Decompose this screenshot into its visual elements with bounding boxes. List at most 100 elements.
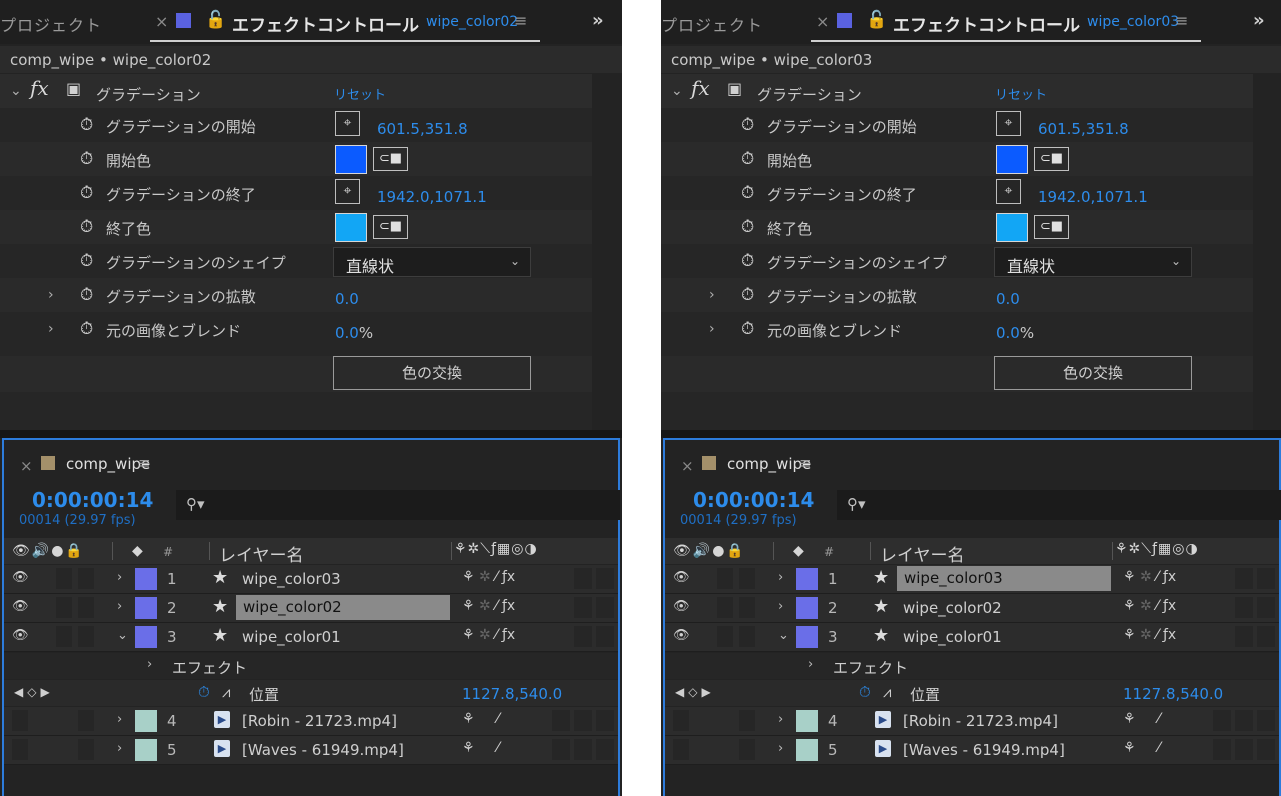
param-value[interactable]: 1942.0,1071.1 bbox=[377, 188, 487, 206]
table-row[interactable]: 👁 › 1 ★ wipe_color03 ⚘ ✲ ⁄ ƒx bbox=[665, 565, 1279, 594]
switch-cell[interactable] bbox=[596, 710, 614, 731]
timecode[interactable]: 0:00:00:14 bbox=[32, 488, 153, 512]
eyedropper-icon[interactable]: ⊂■ bbox=[1034, 147, 1069, 171]
switch-cell[interactable] bbox=[596, 626, 614, 647]
label-color-swatch[interactable] bbox=[796, 710, 818, 732]
chevron-right-icon[interactable]: › bbox=[117, 599, 122, 614]
layer-name[interactable]: [Waves - 61949.mp4] bbox=[903, 741, 1065, 759]
eyedropper-icon[interactable]: ⊂■ bbox=[1034, 215, 1069, 239]
search-input[interactable]: ⚲▾ bbox=[176, 490, 620, 520]
fx-toggle[interactable]: fx bbox=[691, 76, 710, 100]
video-cell[interactable] bbox=[673, 739, 689, 760]
position-row[interactable]: ◀◇▶ ⏱ ⩘ 位置 1127.8,540.0 bbox=[4, 680, 618, 706]
param-value[interactable]: 601.5,351.8 bbox=[1038, 120, 1129, 138]
chevron-right-icon[interactable]: › bbox=[778, 599, 783, 614]
solo-cell[interactable] bbox=[739, 626, 755, 647]
stopwatch-icon[interactable]: ⏱ bbox=[80, 217, 93, 237]
eyedropper-icon[interactable]: ⊂■ bbox=[373, 147, 408, 171]
table-row[interactable]: › 4 ▶ [Robin - 21723.mp4] ⚘ ⁄ bbox=[4, 707, 618, 736]
tab-project[interactable]: プロジェクト bbox=[661, 12, 763, 36]
video-cell[interactable] bbox=[12, 739, 28, 760]
label-color-swatch[interactable] bbox=[796, 597, 818, 619]
stopwatch-icon[interactable]: ⏱ bbox=[80, 183, 93, 203]
swap-colors-button[interactable]: 色の交換 bbox=[994, 356, 1192, 390]
solo-cell[interactable] bbox=[78, 568, 94, 589]
stopwatch-icon[interactable]: ⏱ bbox=[80, 319, 93, 339]
layer-name[interactable]: [Robin - 21723.mp4] bbox=[903, 712, 1058, 730]
solo-cell[interactable] bbox=[78, 710, 94, 731]
audio-cell[interactable] bbox=[717, 597, 733, 618]
param-value[interactable]: 1942.0,1071.1 bbox=[1038, 188, 1148, 206]
switch-cell[interactable] bbox=[1235, 568, 1253, 589]
video-cell[interactable] bbox=[673, 710, 689, 731]
effect-group-row[interactable]: › エフェクト bbox=[4, 653, 618, 679]
switch-cell[interactable] bbox=[552, 710, 570, 731]
table-row[interactable]: › 5 ▶ [Waves - 61949.mp4] ⚘ ⁄ bbox=[4, 736, 618, 765]
chevron-right-icon[interactable]: › bbox=[48, 321, 54, 337]
layer-switches[interactable]: ⚘ ⁄ bbox=[1123, 740, 1160, 756]
close-icon[interactable]: × bbox=[155, 12, 168, 31]
position-row[interactable]: ◀◇▶ ⏱ ⩘ 位置 1127.8,540.0 bbox=[665, 680, 1279, 706]
audio-cell[interactable] bbox=[56, 597, 72, 618]
stopwatch-icon[interactable]: ⏱ bbox=[741, 115, 754, 135]
chevron-right-icon[interactable]: › bbox=[778, 570, 783, 585]
switch-cell[interactable] bbox=[1257, 568, 1275, 589]
tab-layer-name[interactable]: wipe_color03 bbox=[1087, 14, 1179, 30]
label-color-swatch[interactable] bbox=[135, 626, 157, 648]
label-color-swatch[interactable] bbox=[135, 710, 157, 732]
fx-toggle[interactable]: fx bbox=[30, 76, 49, 100]
panel-menu-icon[interactable]: ≡ bbox=[1175, 11, 1188, 30]
panel-menu-icon[interactable]: ≡ bbox=[138, 454, 151, 472]
switch-cell[interactable] bbox=[1235, 626, 1253, 647]
eyedropper-icon[interactable]: ⊂■ bbox=[373, 215, 408, 239]
lock-icon[interactable]: 🔓 bbox=[866, 10, 887, 30]
solo-cell[interactable] bbox=[739, 597, 755, 618]
reset-link[interactable]: リセット bbox=[334, 84, 386, 103]
end-color-swatch[interactable] bbox=[335, 213, 367, 242]
more-panels-icon[interactable]: » bbox=[592, 10, 604, 31]
chevron-right-icon[interactable]: › bbox=[778, 741, 783, 756]
eye-icon[interactable]: 👁 bbox=[12, 599, 29, 614]
table-row[interactable]: 👁 ⌄ 3 ★ wipe_color01 ⚘ ✲ ⁄ ƒx bbox=[4, 623, 618, 652]
layer-switches[interactable]: ⚘ ✲ ⁄ ƒx bbox=[1123, 569, 1176, 585]
chevron-right-icon[interactable]: › bbox=[808, 657, 813, 672]
layer-switches[interactable]: ⚘ ✲ ⁄ ƒx bbox=[462, 569, 515, 585]
switch-cell[interactable] bbox=[1257, 710, 1275, 731]
graph-icon[interactable]: ⩘ bbox=[883, 683, 891, 701]
switch-cell[interactable] bbox=[1235, 597, 1253, 618]
crosshair-icon[interactable]: ⌖ bbox=[335, 111, 360, 136]
switch-cell[interactable] bbox=[1257, 597, 1275, 618]
tab-effect-controls[interactable]: エフェクトコントロール bbox=[893, 11, 1080, 36]
chevron-right-icon[interactable]: › bbox=[48, 287, 54, 303]
more-panels-icon[interactable]: » bbox=[1253, 10, 1265, 31]
start-color-swatch[interactable] bbox=[996, 145, 1028, 174]
table-row[interactable]: 👁 ⌄ 3 ★ wipe_color01 ⚘ ✲ ⁄ ƒx bbox=[665, 623, 1279, 652]
layer-name[interactable]: wipe_color02 bbox=[236, 595, 450, 620]
position-value[interactable]: 1127.8,540.0 bbox=[1123, 685, 1223, 703]
layer-switches[interactable]: ⚘ ⁄ bbox=[462, 740, 499, 756]
table-row[interactable]: 👁 › 1 ★ wipe_color03 ⚘ ✲ ⁄ ƒx bbox=[4, 565, 618, 594]
lock-icon[interactable]: 🔓 bbox=[205, 10, 226, 30]
start-color-swatch[interactable] bbox=[335, 145, 367, 174]
keyframe-nav-icon[interactable]: ◀◇▶ bbox=[14, 685, 54, 699]
label-color-swatch[interactable] bbox=[135, 597, 157, 619]
shape-select[interactable]: 直線状 ⌄ bbox=[994, 247, 1192, 277]
reset-link[interactable]: リセット bbox=[995, 84, 1047, 103]
switch-cell[interactable] bbox=[552, 739, 570, 760]
swap-colors-button[interactable]: 色の交換 bbox=[333, 356, 531, 390]
chevron-right-icon[interactable]: › bbox=[117, 712, 122, 727]
stopwatch-icon[interactable]: ⏱ bbox=[80, 149, 93, 169]
keyframe-nav-icon[interactable]: ◀◇▶ bbox=[675, 685, 715, 699]
column-layer-name[interactable]: レイヤー名 bbox=[880, 541, 965, 566]
graph-icon[interactable]: ⩘ bbox=[222, 683, 230, 701]
stopwatch-icon[interactable]: ⏱ bbox=[741, 149, 754, 169]
eye-icon[interactable]: 👁 bbox=[673, 570, 690, 585]
switch-cell[interactable] bbox=[574, 597, 592, 618]
eye-icon[interactable]: 👁 bbox=[673, 628, 690, 643]
crosshair-icon[interactable]: ⌖ bbox=[996, 179, 1021, 204]
solo-cell[interactable] bbox=[78, 739, 94, 760]
stopwatch-icon[interactable]: ⏱ bbox=[80, 251, 93, 271]
layer-switches[interactable]: ⚘ ✲ ⁄ ƒx bbox=[462, 598, 515, 614]
label-color-swatch[interactable] bbox=[135, 568, 157, 590]
layer-name[interactable]: wipe_color02 bbox=[903, 599, 1002, 617]
